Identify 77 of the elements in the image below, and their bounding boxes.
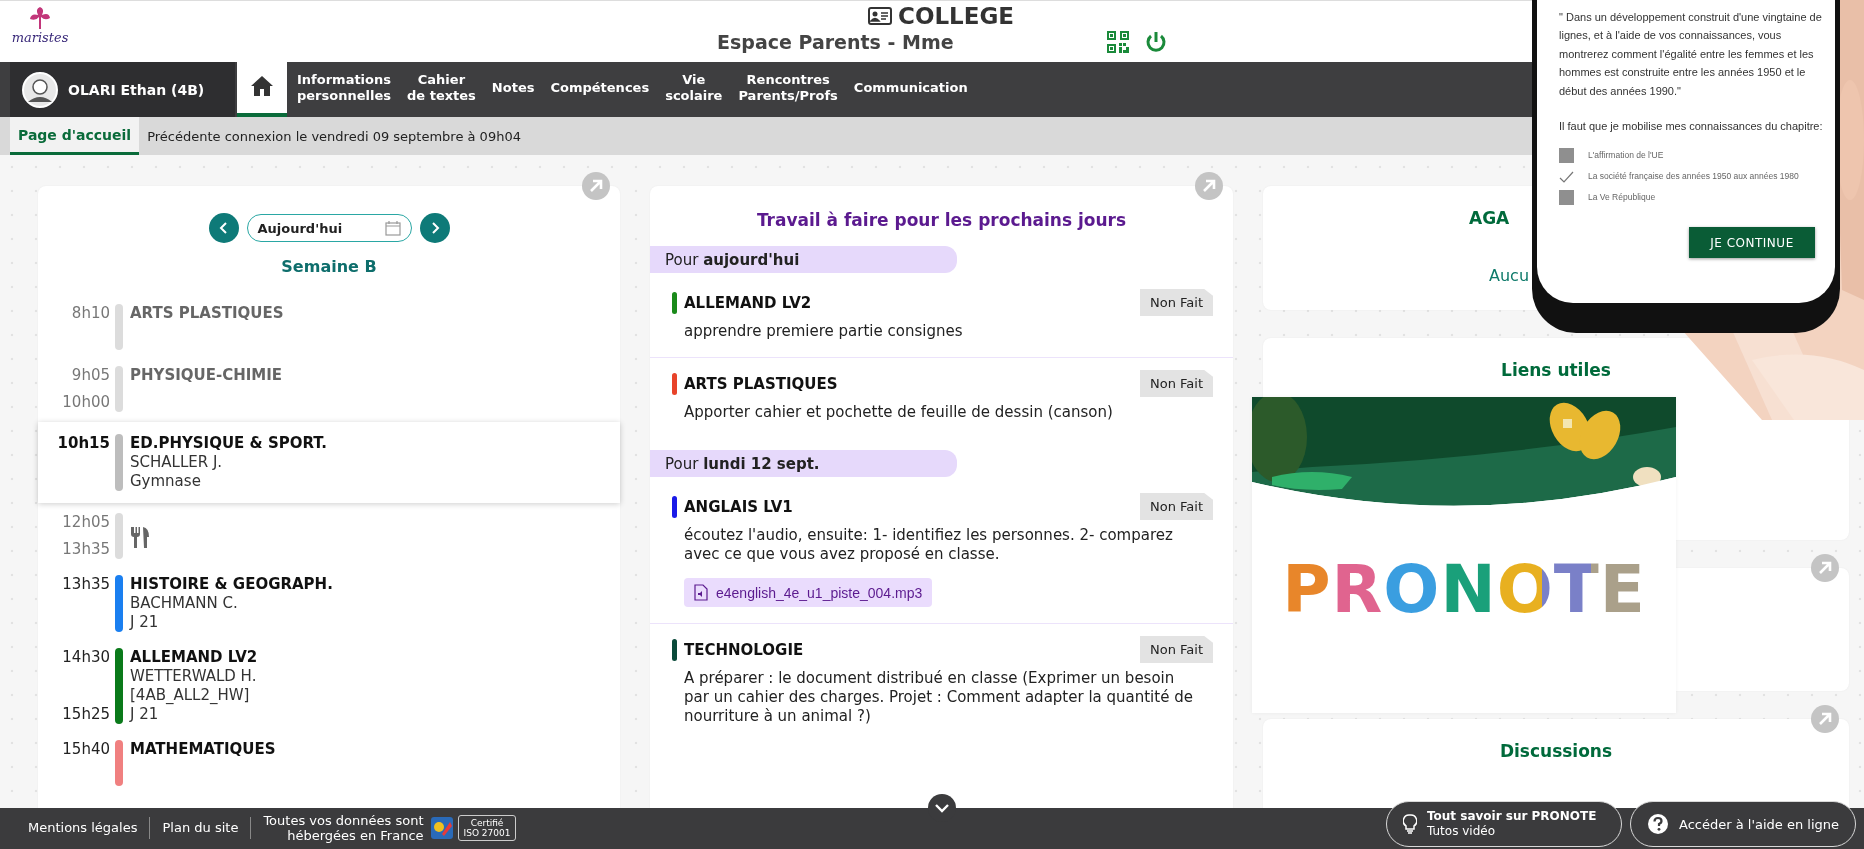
lesson-time: 15h25 [62,705,110,724]
day-header: Pour lundi 12 sept. [650,450,957,477]
nav-tab[interactable]: Compétences [542,62,658,117]
lesson-time: 10h00 [62,393,110,412]
lightbulb-icon [1403,814,1417,834]
empty-message: Aucu [1489,266,1530,285]
lesson-detail: [4AB_ALL2_HW] [130,686,251,705]
lesson-detail: J 21 [130,705,160,724]
status-tag: Non Fait [1140,636,1213,663]
qr-code-icon[interactable] [1107,31,1129,53]
nav-tab[interactable] [237,62,287,117]
nav-tab[interactable]: Notes [483,62,543,117]
hosting-badge-icon [429,815,454,840]
homework-description: Apporter cahier et pochette de feuille de dessin (canson) [684,403,1114,422]
status-tag: Non Fait [1140,289,1213,316]
online-help-button[interactable]: Accéder à l'aide en ligne [1630,801,1856,847]
nav-tab[interactable]: Informations personnelles [289,62,399,117]
status-tag: Non Fait [1140,370,1213,397]
attachment-link[interactable]: e4english_4e_u1_piste_004.mp3 [684,578,933,607]
card-title: AGA [1469,208,1510,228]
page-tab[interactable]: Page d'accueil [10,117,140,155]
lesson-time: 12h05 [62,513,110,532]
certification-badge: Certifié ISO 27001 [457,814,517,841]
homework-subject: TECHNOLOGIE [684,640,804,659]
homework-subject: ALLEMAND LV2 [684,293,812,312]
lesson-detail: Gymnase [130,472,202,491]
lesson-subject: ED.PHYSIQUE & SPORT. [130,434,327,453]
logo-figure-icon [27,5,53,31]
question-icon [1647,813,1669,835]
homework-subject: ARTS PLASTIQUES [684,374,838,393]
lesson-subject: ARTS PLASTIQUES [130,304,284,323]
lesson-subject: PHYSIQUE-CHIMIE [130,366,283,385]
lesson-detail: SCHALLER J. [130,453,224,472]
nav-tab[interactable]: Cahier de textes [399,62,484,117]
day-header: Pour aujourd'hui [650,246,957,273]
homework-description: A préparer : le document distribué en classe (Exprimer un besoin par un cahier des charges. Projet : Comment adapter la quantité de nourriture à un animal ?) [684,669,1194,726]
school-title: COLLEGE [898,3,1015,29]
lesson-detail: J 21 [130,613,160,632]
power-icon[interactable] [1145,31,1167,53]
space-subtitle: Espace Parents - Mme [717,31,955,53]
nav-tab[interactable]: Vie scolaire [657,62,731,117]
chevron-left-icon [217,222,230,234]
next-day-button[interactable] [419,213,450,243]
homework-description: écoutez l'audio, ensuite: 1- identifiez les personnes. 2- comparez avec ce que vous avez proposé en classe. [684,526,1174,564]
avatar-icon [22,71,58,108]
nav-tab[interactable]: Rencontres Parents/Profs [730,62,846,117]
id-card-icon [868,7,892,25]
homework-description: apprendre premiere partie consignes [684,322,964,341]
lesson-detail: BACHMANN C. [130,594,239,613]
logo-text: maristes [11,31,69,45]
last-login-text: Précédente connexion le vendredi 09 septembre à 09h04 [147,128,521,144]
week-label: Semaine B [280,257,378,276]
previous-day-button[interactable] [208,213,239,243]
footer-link[interactable]: Plan du site [162,820,239,835]
lesson-detail: WETTERWALD H. [130,667,258,686]
lesson-time: 13h35 [62,575,110,594]
lesson-time: 9h05 [71,366,110,385]
calendar-icon [384,220,401,236]
lesson-subject: ALLEMAND LV2 [130,648,258,667]
lesson-subject: HISTOIRE & GEOGRAPH. [130,575,333,594]
lesson-subject: MATHEMATIQUES [130,740,276,759]
tutorial-button[interactable]: Tout savoir sur PRONOTE Tutos vidéo [1386,801,1622,847]
lesson-time: 15h40 [62,740,110,759]
lesson-time: 13h35 [62,540,110,559]
hosting-note: Toutes vos données sont hébergées en France [263,812,424,843]
audio-file-icon [694,584,708,601]
card-title: Discussions [1499,741,1613,761]
home-icon [250,74,274,97]
card-title: Travail à faire pour les prochains jours [755,209,1128,232]
lesson-time: 10h15 [57,434,110,453]
homework-subject: ANGLAIS LV1 [684,497,793,516]
lesson-time: 14h30 [62,648,110,667]
footer-link[interactable]: Mentions légales [28,820,138,835]
student-name: OLARI Ethan (4B) [68,81,205,98]
status-tag: Non Fait [1140,493,1213,520]
lesson-time: 8h10 [71,304,110,323]
nav-tab[interactable]: Communication [845,62,976,117]
